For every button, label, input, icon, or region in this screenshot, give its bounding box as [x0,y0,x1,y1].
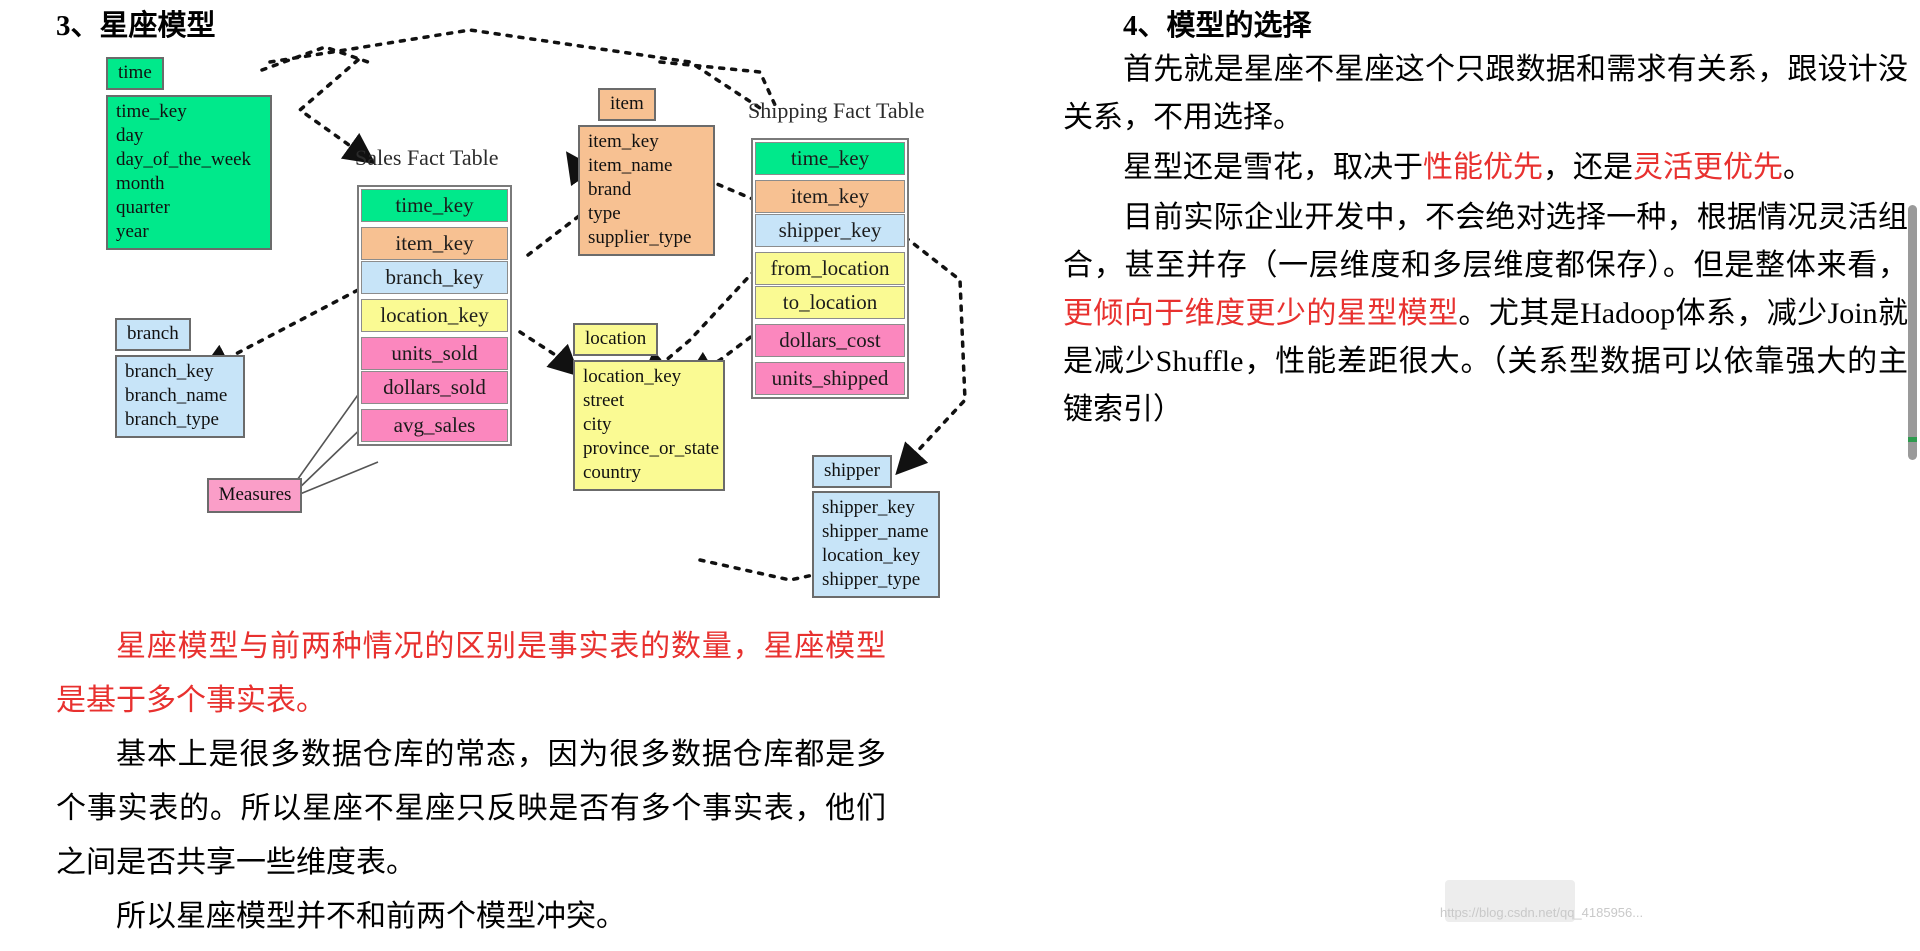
field-quarter: quarter [116,197,170,218]
right-paragraph-1: 首先就是星座不星座这个只跟数据和需求有关系，跟设计没关系，不用选择。 [1063,53,1908,134]
field-branch-name: branch_name [125,385,228,406]
field-supplier-type: supplier_type [588,227,692,248]
field-branch-key: branch_key [125,361,214,382]
sales-row-time-key: time_key [361,189,508,222]
edge-location-sales [518,330,581,377]
shipping-row-from-location: from_location [755,252,905,285]
page-title-right: 4、模型的选择 [1123,10,1312,42]
field-year: year [116,221,149,242]
shipping-row-dollars-cost: dollars_cost [755,324,905,357]
field-shipper-type: shipper_type [822,569,921,590]
rp3-part-a: 目前实际企业开发中，不会绝对选择一种，根据情况灵活组合，甚至并存（一层维度和多层… [1063,201,1908,282]
sales-row-dollars-sold: dollars_sold [361,371,508,404]
edge-shipper [895,235,967,476]
shipping-row-shipper-key: shipper_key [755,214,905,247]
sales-fact-table: time_key item_key branch_key location_ke… [357,185,512,446]
field-street: street [583,390,625,411]
dimension-location-fields: location_key street city province_or_sta… [573,360,725,491]
rp2-highlight-1: 性能优先 [1423,151,1543,184]
sales-row-location-key: location_key [361,299,508,332]
rp2-part-c: 。 [1783,151,1813,184]
dimension-time-fields: time_key day day_of_the_week month quart… [106,95,272,250]
left-paragraph-1: 星座模型与前两种情况的区别是事实表的数量，星座模型是基于多个事实表。 [56,630,886,717]
shipping-fact-table: time_key item_key shipper_key from_locat… [751,138,909,399]
field-month: month [116,173,165,194]
right-body-text: 首先就是星座不星座这个只跟数据和需求有关系，跟设计没关系，不用选择。 星型还是雪… [1063,46,1908,436]
rp2-part-a: 星型还是雪花，取决于 [1123,151,1423,184]
watermark-text: https://blog.csdn.net/qq_4185956... [1440,905,1644,920]
rp2-highlight-2: 灵活更优先 [1633,151,1783,184]
scrollbar-thumb-marker [1908,437,1917,442]
field-location-key: location_key [583,366,682,387]
sales-row-item-key: item_key [361,227,508,260]
measures-callout: Measures [207,478,302,513]
sales-row-units-sold: units_sold [361,337,508,370]
field-shipper-key: shipper_key [822,497,915,518]
dimension-time-title: time [106,57,164,90]
field-city: city [583,414,612,435]
dimension-item-title: item [598,88,656,121]
rp3-highlight: 更倾向于维度更少的星型模型 [1063,297,1459,330]
dimension-shipper-fields: shipper_key shipper_name location_key sh… [812,491,940,598]
field-day: day [116,125,144,146]
field-day-of-the-week: day_of_the_week [116,149,252,170]
field-branch-type: branch_type [125,409,219,430]
left-paragraph-3: 所以星座模型并不和前两个模型冲突。 [116,900,626,933]
sales-row-branch-key: branch_key [361,261,508,294]
field-item-key: item_key [588,131,659,152]
sales-fact-table-title: Sales Fact Table [355,145,499,170]
left-body-text: 星座模型与前两种情况的区别是事实表的数量，星座模型是基于多个事实表。 基本上是很… [56,620,886,944]
shipping-row-time-key: time_key [755,142,905,175]
field-location-key: location_key [822,545,921,566]
right-paragraph-3: 目前实际企业开发中，不会绝对选择一种，根据情况灵活组合，甚至并存（一层维度和多层… [1063,194,1908,434]
dimension-branch-fields: branch_key branch_name branch_type [115,355,245,438]
dimension-item-fields: item_key item_name brand type supplier_t… [578,125,715,256]
shipping-row-item-key: item_key [755,180,905,213]
shipping-fact-table-title: Shipping Fact Table [748,98,925,123]
field-type: type [588,203,621,224]
shipping-row-to-location: to_location [755,286,905,319]
sales-row-avg-sales: avg_sales [361,409,508,442]
shipping-row-units-shipped: units_shipped [755,362,905,395]
field-brand: brand [588,179,632,200]
left-paragraph-2: 基本上是很多数据仓库的常态，因为很多数据仓库都是多个事实表的。所以星座不星座只反… [56,738,886,879]
galaxy-schema-diagram: time time_key day day_of_the_week month … [0,0,1060,610]
field-shipper-name: shipper_name [822,521,929,542]
dimension-shipper-title: shipper [812,455,892,488]
edge-time-shipping [268,28,762,110]
field-province-or-state: province_or_state [583,438,720,459]
field-item-name: item_name [588,155,673,176]
edge-measure-avg [299,461,379,495]
field-country: country [583,462,642,483]
edge-time-sales [260,45,370,72]
rp2-part-b: ，还是 [1543,151,1633,184]
dimension-branch-title: branch [115,318,191,351]
field-time-key: time_key [116,101,187,122]
vertical-scrollbar[interactable] [1908,205,1917,460]
right-paragraph-2: 星型还是雪花，取决于性能优先，还是灵活更优先。 [1063,144,1908,192]
page-root: 3、星座模型 4、模型的选择 time time_key day day_of_… [0,0,1920,951]
dimension-location-title: location [573,323,659,356]
